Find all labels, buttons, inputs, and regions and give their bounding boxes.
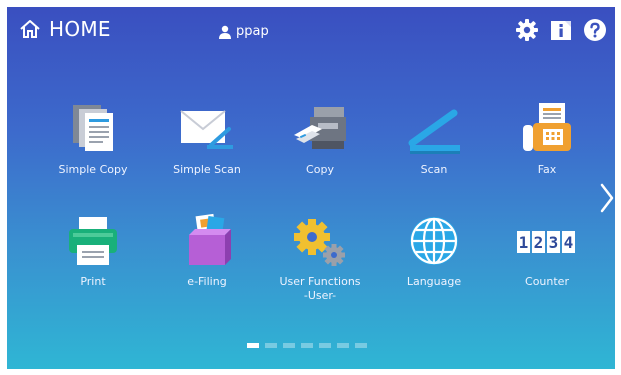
top-bar: HOME ppap [7,7,615,53]
next-page-button[interactable] [599,181,615,215]
tile-label: Fax [537,163,557,176]
tile-user-functions[interactable]: User Functions -User- [264,211,376,321]
info-icon [551,21,571,40]
tile-label: Scan [420,163,448,176]
counter-icon: 1 2 3 4 [517,231,575,253]
fax-icon [523,103,571,151]
tile-label: Counter [525,275,569,288]
page-dot[interactable] [283,343,295,348]
user-icon [219,25,231,39]
help-button[interactable] [581,16,609,44]
tile-print[interactable]: Print [37,211,149,321]
page-dot[interactable] [337,343,349,348]
tile-language[interactable]: Language [378,211,490,321]
simple-scan-icon [180,110,233,149]
counter-digit: 2 [534,233,544,252]
settings-button[interactable] [513,16,541,44]
copy-icon [294,107,346,149]
e-filing-icon [189,213,231,265]
home-screen: HOME ppap Simple Copy Simple Scan Copy S… [7,7,615,369]
page-dot[interactable] [319,343,331,348]
user-functions-icon [294,219,345,266]
gear-icon [516,19,538,41]
tile-label: Simple Scan [173,163,241,176]
page-dot[interactable] [301,343,313,348]
home-icon [20,20,40,38]
tile-copy[interactable]: Copy [264,99,376,209]
tile-label: e-Filing [187,275,227,288]
chevron-right-icon [600,183,614,213]
page-dot[interactable] [265,343,277,348]
tile-fax[interactable]: Fax [491,99,603,209]
tile-e-filing[interactable]: e-Filing [151,211,263,321]
counter-digit: 1 [519,233,529,252]
home-button[interactable]: HOME [19,17,111,41]
tile-label: Print [80,275,106,288]
language-icon [410,217,458,265]
page-dot[interactable] [355,343,367,348]
tile-scan[interactable]: Scan [378,99,490,209]
user-name: ppap [236,24,269,39]
tile-label: Language [406,275,462,288]
counter-digit: 3 [549,233,559,252]
page-dot[interactable] [247,343,259,348]
page-indicator [247,343,373,348]
user-indicator[interactable]: ppap [218,24,269,39]
tile-simple-scan[interactable]: Simple Scan [151,99,263,209]
tile-label: Copy [306,163,334,176]
tile-label: User Functions -User- [279,275,361,302]
help-icon [584,19,606,41]
information-button[interactable] [547,16,575,44]
tile-counter[interactable]: 1 2 3 4 Counter [491,211,603,321]
tile-simple-copy[interactable]: Simple Copy [37,99,149,209]
print-icon [69,217,117,265]
simple-copy-icon [73,105,113,151]
page-title: HOME [49,17,111,41]
toolbar [507,16,609,44]
counter-digit: 4 [564,233,574,252]
tile-label: Simple Copy [58,163,128,176]
scan-icon [408,109,460,154]
